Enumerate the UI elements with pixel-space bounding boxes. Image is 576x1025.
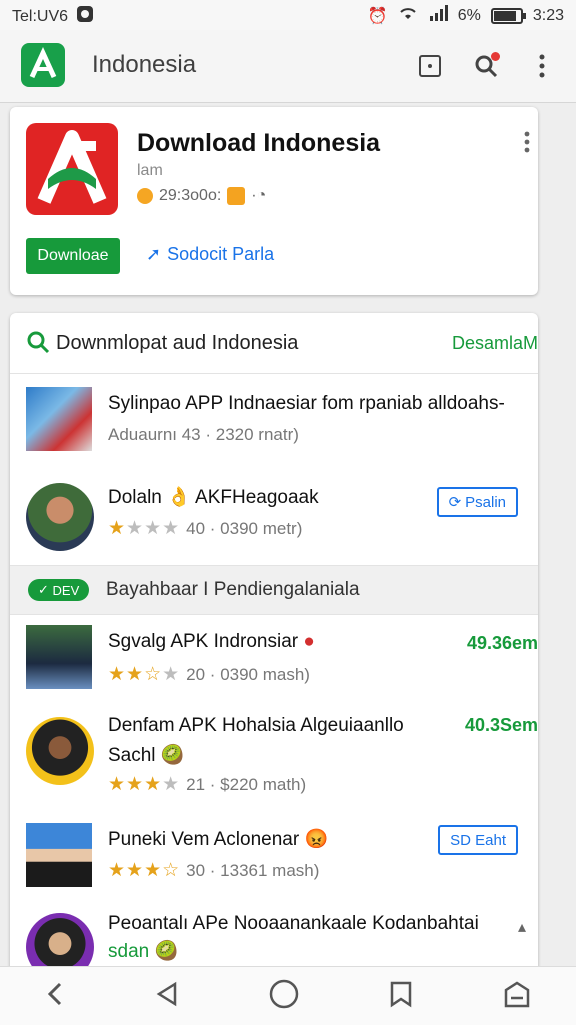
- app-bar: Indonesia: [0, 30, 576, 103]
- item-title2-text: Sachl: [108, 745, 156, 766]
- list-item[interactable]: Puneki Vem Aclonenar 😡 ★★★☆ 30 · 13361 m…: [10, 807, 538, 899]
- badge-icon: [227, 187, 246, 205]
- signal-icon: [428, 5, 448, 26]
- list-item[interactable]: Sylinpao APP Indnaesiar fom rpaniab alld…: [10, 373, 538, 469]
- list-header: Downmlopat aud Indonesia DesamlaM: [10, 313, 538, 374]
- list-item[interactable]: Denfam APK Hohalsia Algeuiaanllo Sachl 🥝…: [10, 705, 538, 807]
- status-bar: Tel:UV6 ⏰ 6% 3:23: [0, 0, 576, 30]
- app-thumbnail: [26, 625, 92, 689]
- item-meta-text: 30 · 13361 mash): [186, 860, 320, 880]
- recents-icon[interactable]: [502, 980, 532, 1013]
- app-name: Download Indonesia: [137, 129, 381, 157]
- see-more-link[interactable]: DesamlaM: [452, 333, 538, 354]
- download-button[interactable]: Downloae: [26, 238, 120, 274]
- section-header: ✓ DEV Bayahbaar I Pendiengalaniala: [10, 565, 538, 615]
- list-item[interactable]: Peoantalı APe Nooaanankaale Kodanbahtai …: [10, 899, 538, 973]
- action-button[interactable]: ⟳ Psalin: [436, 487, 518, 517]
- battery-icon: [490, 7, 526, 24]
- arrow-icon: ➚: [146, 244, 162, 264]
- carrier-text: Tel:UV6: [12, 7, 69, 25]
- list-item[interactable]: Dolaln 👌 AKFHeagoaak ★★★★ 40 · 0390 metr…: [10, 469, 538, 565]
- emoji-icon: 🥝: [154, 941, 179, 962]
- item-meta: Aduaurnı 43 · 2320 rnatr): [108, 425, 299, 444]
- results-list: Downmlopat aud Indonesia DesamlaM Sylinp…: [10, 313, 538, 973]
- app-rating-text: 29:3o0o:: [159, 187, 222, 204]
- app-thumbnail: [26, 913, 94, 973]
- rating-stars: ★★★★: [108, 518, 181, 539]
- item-price: 40.3Sem: [464, 715, 538, 735]
- card-menu-icon[interactable]: [524, 131, 530, 158]
- system-nav-bar: [0, 966, 576, 1025]
- app-thumbnail: [26, 387, 92, 451]
- item-title: Sgvalg APK Indronsiar ●: [108, 631, 315, 653]
- item-title2-text: sdan: [108, 941, 150, 962]
- search-icon: [26, 330, 50, 359]
- item-title-text: Puneki Vem Aclonenar: [108, 829, 300, 850]
- globe-icon: ·◔: [251, 187, 267, 204]
- notification-icon: [76, 5, 94, 28]
- item-meta: ★★★★ 40 · 0390 metr): [108, 517, 302, 540]
- list-item[interactable]: Sgvalg APK Indronsiar ● ★★☆★ 20 · 0390 m…: [10, 613, 538, 705]
- item-meta: ★★☆★ 20 · 0390 mash): [108, 663, 310, 686]
- back-chevron-icon[interactable]: [44, 981, 66, 1012]
- emoji-icon: 😡: [304, 829, 329, 850]
- item-title-line2: sdan 🥝: [108, 939, 178, 963]
- rating-stars: ★★☆★: [108, 664, 181, 685]
- bookmark-icon[interactable]: [389, 980, 413, 1013]
- search-icon[interactable]: [470, 50, 502, 82]
- item-title-text: Sgvalg APK Indronsiar: [108, 631, 299, 652]
- app-thumbnail: [26, 717, 94, 785]
- app-detail-card: Download Indonesia lam 29:3o0o: ·◔ Downl…: [10, 107, 538, 295]
- wifi-icon: [398, 5, 418, 26]
- item-price: 49.36em: [466, 633, 538, 653]
- notification-dot: [491, 52, 500, 61]
- subscribe-link[interactable]: ➚ Sodocit Parla: [146, 244, 274, 265]
- rating-stars: ★★★☆: [108, 860, 181, 881]
- alarm-icon: ⏰: [367, 7, 388, 25]
- item-meta-text: 21 · $220 math): [186, 774, 307, 794]
- item-title: Sylinpao APP Indnaesiar fom rpaniab alld…: [108, 393, 505, 414]
- item-meta-text: 20 · 0390 mash): [186, 664, 310, 684]
- item-title: Denfam APK Hohalsia Algeuiaanllo: [108, 715, 404, 736]
- item-title: Peoantalı APe Nooaanankaale Kodanbahtai: [108, 913, 479, 934]
- item-title: Puneki Vem Aclonenar 😡: [108, 827, 328, 851]
- item-title-line2: Sachl 🥝: [108, 743, 184, 767]
- app-developer[interactable]: lam: [137, 162, 163, 180]
- item-meta-text: 40 · 0390 metr): [186, 518, 303, 538]
- rating-stars: ★★★★: [108, 774, 181, 795]
- action-button[interactable]: SD Eaht: [438, 825, 518, 855]
- apple-icon: ●: [303, 631, 315, 652]
- emoji-icon: 🥝: [160, 745, 185, 766]
- back-triangle-icon[interactable]: [155, 981, 179, 1012]
- store-logo-icon[interactable]: [21, 43, 65, 87]
- clock: 3:23: [532, 6, 564, 24]
- action-label: SD Eaht: [450, 831, 506, 849]
- badge-label: DEV: [52, 582, 80, 598]
- home-icon[interactable]: [268, 978, 300, 1015]
- item-menu-icon[interactable]: ▴: [518, 917, 526, 937]
- app-thumbnail: [26, 483, 94, 551]
- section-title: Bayahbaar I Pendiengalaniala: [106, 579, 360, 600]
- battery-percent: 6%: [457, 6, 481, 24]
- overflow-menu-icon[interactable]: [526, 50, 558, 82]
- item-meta: ★★★★ 21 · $220 math): [108, 773, 306, 796]
- refresh-icon: ⟳: [448, 494, 462, 511]
- coin-icon: [137, 188, 153, 204]
- search-query: Downmlopat aud Indonesia: [56, 332, 299, 354]
- install-icon[interactable]: [414, 50, 446, 82]
- action-label: Psalin: [465, 493, 506, 511]
- app-thumbnail: [26, 823, 92, 887]
- page-title: Indonesia: [92, 51, 197, 78]
- section-badge: ✓ DEV: [28, 579, 90, 601]
- item-title: Dolaln 👌 AKFHeagoaak: [108, 487, 319, 508]
- item-meta: ★★★☆ 30 · 13361 mash): [108, 859, 319, 882]
- subscribe-label: Sodocit Parla: [167, 244, 275, 264]
- app-meta: 29:3o0o: ·◔: [137, 187, 266, 205]
- app-icon[interactable]: [26, 123, 118, 215]
